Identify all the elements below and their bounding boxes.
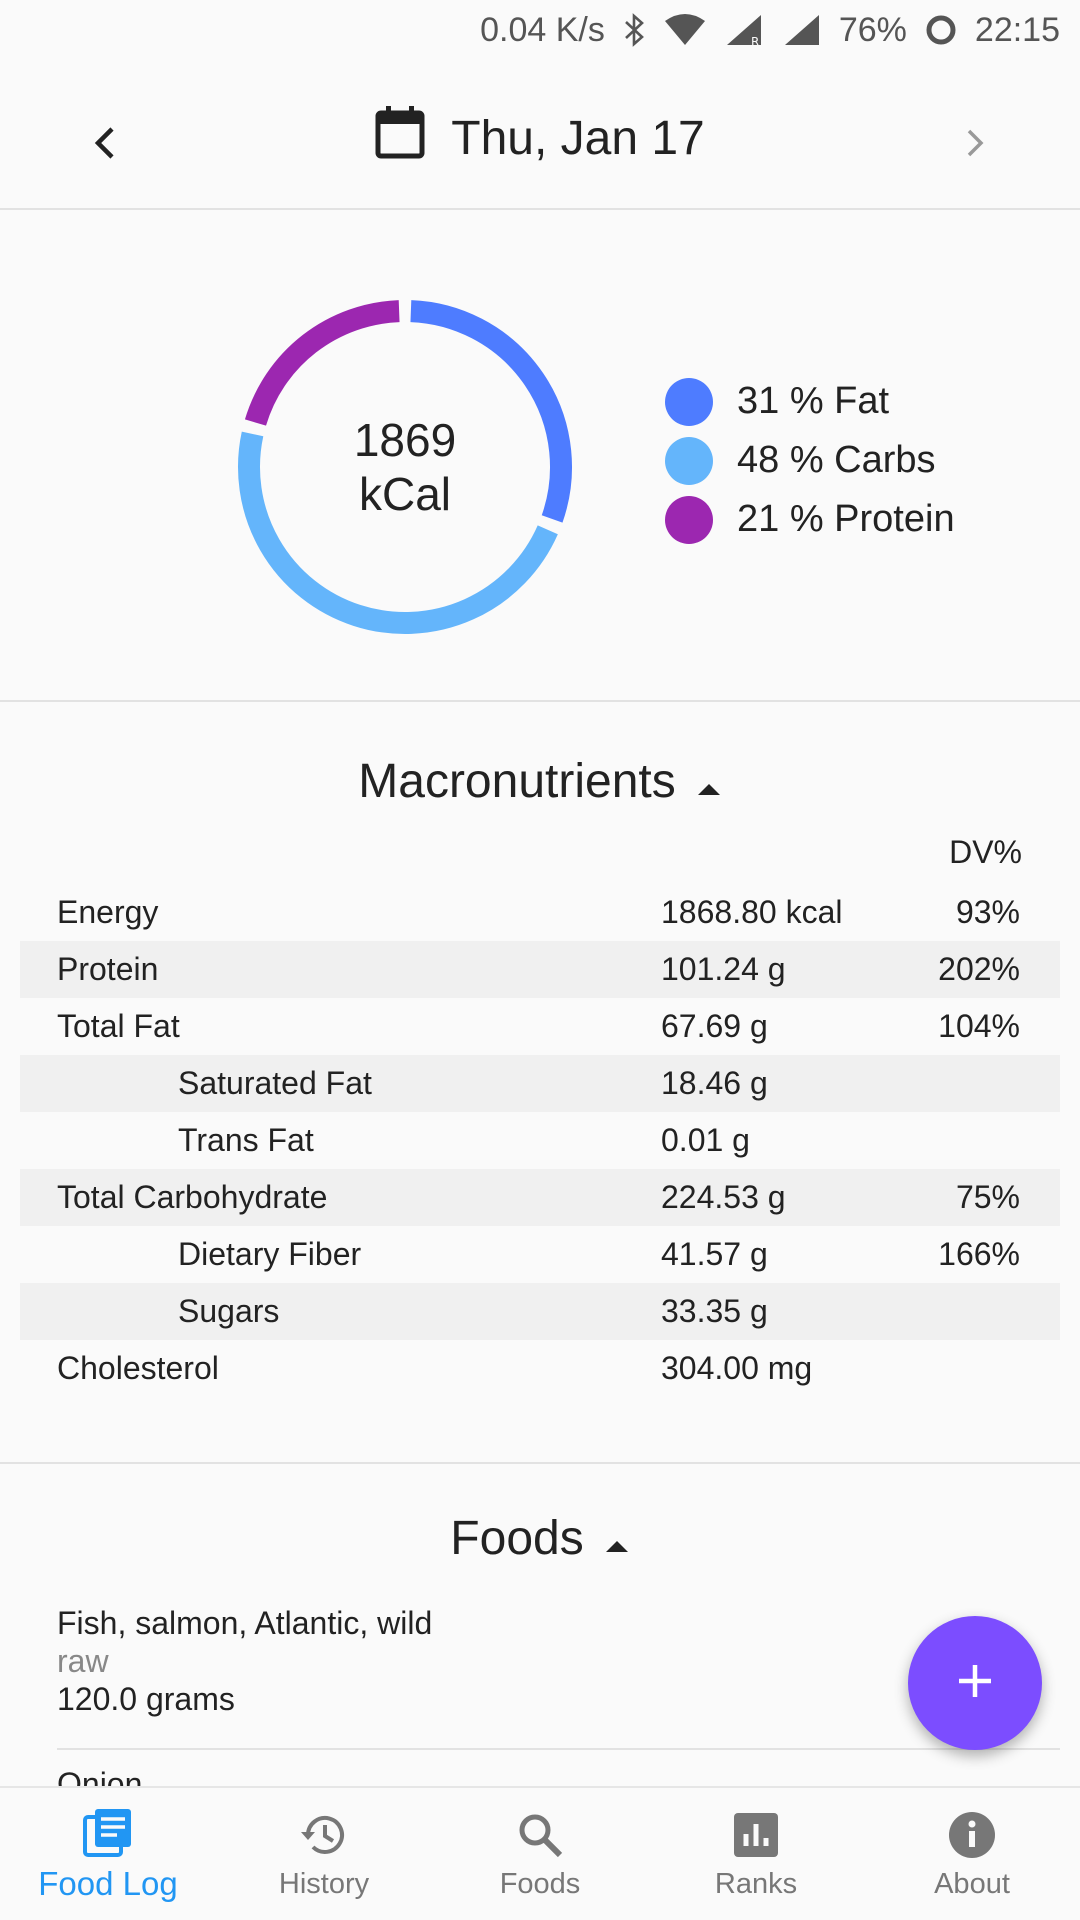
- legend-dot: [665, 436, 713, 485]
- chevron-right-icon: [960, 123, 990, 168]
- macro-dv: 93%: [955, 894, 1020, 930]
- macro-row: Sugars 33.35 g: [20, 1283, 1060, 1340]
- donut-center-label: 1869 kCal: [230, 292, 580, 642]
- signal-icon: [783, 13, 821, 47]
- macro-row: Trans Fat 0.01 g: [20, 1112, 1060, 1169]
- macro-value: 0.01 g: [661, 1122, 750, 1158]
- caret-up-icon: [604, 1511, 630, 1566]
- dv-header: DV%: [949, 834, 1022, 870]
- macro-value: 1868.80 kcal: [661, 894, 843, 930]
- macro-table: Energy 1868.80 kcal 93% Protein 101.24 g…: [20, 884, 1060, 1397]
- legend-label: 21 % Protein: [737, 498, 955, 540]
- battery-level: 76%: [838, 10, 907, 49]
- nav-history[interactable]: History: [216, 1788, 432, 1920]
- ranks-icon: [729, 1808, 783, 1862]
- kcal-value: 1869: [353, 414, 457, 466]
- macro-row: Protein 101.24 g 202%: [20, 941, 1060, 998]
- macro-row: Saturated Fat 18.46 g: [20, 1055, 1060, 1112]
- macro-row: Cholesterol 304.00 mg: [20, 1340, 1060, 1397]
- date-header: Thu, Jan 17: [0, 70, 1080, 210]
- food-log-icon: [81, 1805, 135, 1859]
- macro-dv: 75%: [955, 1179, 1020, 1215]
- legend-item-fat: 31 % Fat: [665, 372, 955, 431]
- add-food-button[interactable]: [908, 1616, 1042, 1750]
- macro-row: Total Carbohydrate 224.53 g 75%: [20, 1169, 1060, 1226]
- nav-foods[interactable]: Foods: [432, 1788, 648, 1920]
- macro-name: Total Carbohydrate: [57, 1179, 328, 1215]
- macro-row: Dietary Fiber 41.57 g 166%: [20, 1226, 1060, 1283]
- legend-label: 48 % Carbs: [737, 439, 936, 481]
- macro-value: 33.35 g: [661, 1293, 768, 1329]
- wifi-icon: [663, 13, 707, 47]
- calendar-icon: [375, 105, 425, 171]
- svg-text:R: R: [751, 35, 759, 47]
- nav-label: About: [934, 1867, 1010, 1900]
- legend-item-carbs: 48 % Carbs: [665, 431, 955, 490]
- nav-label: History: [278, 1867, 370, 1900]
- macro-name: Saturated Fat: [178, 1065, 372, 1101]
- section-title: Foods: [450, 1512, 584, 1565]
- macro-name: Protein: [57, 951, 159, 987]
- plus-icon: [955, 1661, 995, 1706]
- nav-about[interactable]: About: [864, 1788, 1080, 1920]
- next-day-button[interactable]: [940, 110, 1010, 180]
- kcal-unit: kCal: [358, 468, 452, 520]
- food-list-item-partial[interactable]: Onion: [57, 1766, 142, 1786]
- history-icon: [297, 1808, 351, 1862]
- food-name: Fish, salmon, Atlantic, wild: [57, 1605, 433, 1641]
- foods-section: Foods Fish, salmon, Atlantic, wild raw 1…: [0, 1466, 1080, 1786]
- macro-dv: 166%: [938, 1236, 1020, 1272]
- calorie-summary: 1869 kCal 31 % Fat 48 % Carbs 21 % Prote…: [0, 212, 1080, 702]
- macro-name: Trans Fat: [178, 1122, 314, 1158]
- signal-roaming-icon: R: [725, 13, 765, 47]
- macro-value: 101.24 g: [661, 951, 786, 987]
- nav-food-log[interactable]: Food Log: [0, 1788, 216, 1920]
- macro-dv: 202%: [938, 951, 1020, 987]
- macro-value: 67.69 g: [661, 1008, 768, 1044]
- legend-label: 31 % Fat: [737, 380, 890, 422]
- clock: 22:15: [974, 10, 1060, 49]
- nav-ranks[interactable]: Ranks: [648, 1788, 864, 1920]
- macro-name: Dietary Fiber: [178, 1236, 362, 1272]
- info-icon: [945, 1808, 999, 1862]
- bluetooth-icon: [623, 13, 645, 47]
- macro-row: Energy 1868.80 kcal 93%: [20, 884, 1060, 941]
- nav-label: Foods: [499, 1867, 581, 1900]
- foods-toggle[interactable]: Foods: [0, 1511, 1080, 1566]
- macro-name: Cholesterol: [57, 1350, 219, 1386]
- macro-value: 18.46 g: [661, 1065, 768, 1101]
- section-title: Macronutrients: [358, 755, 676, 808]
- bottom-navigation: Food Log History Foods Ranks About: [0, 1786, 1080, 1920]
- macro-row: Total Fat 67.69 g 104%: [20, 998, 1060, 1055]
- date-picker-button[interactable]: Thu, Jan 17: [0, 105, 1080, 171]
- legend-dot: [665, 377, 713, 426]
- nav-label: Ranks: [714, 1867, 798, 1900]
- chart-legend: 31 % Fat 48 % Carbs 21 % Protein: [665, 372, 955, 549]
- macro-value: 224.53 g: [661, 1179, 786, 1215]
- battery-ring-icon: [925, 14, 957, 46]
- search-icon: [513, 1808, 567, 1862]
- status-bar: 0.04 K/s R 76% 22:15: [0, 0, 1080, 60]
- macro-name: Energy: [57, 894, 159, 930]
- macro-name: Total Fat: [57, 1008, 180, 1044]
- net-speed: 0.04 K/s: [480, 10, 605, 49]
- legend-dot: [665, 495, 713, 544]
- macro-donut-chart: 1869 kCal: [230, 292, 580, 642]
- caret-up-icon: [696, 754, 722, 809]
- macro-dv: 104%: [938, 1008, 1020, 1044]
- date-label: Thu, Jan 17: [451, 111, 705, 165]
- macronutrients-section: Macronutrients DV% Energy 1868.80 kcal 9…: [0, 704, 1080, 1464]
- macro-value: 41.57 g: [661, 1236, 768, 1272]
- legend-item-protein: 21 % Protein: [665, 490, 955, 549]
- macronutrients-toggle[interactable]: Macronutrients: [0, 754, 1080, 809]
- nav-label: Food Log: [38, 1865, 178, 1902]
- macro-value: 304.00 mg: [661, 1350, 813, 1386]
- macro-name: Sugars: [178, 1293, 280, 1329]
